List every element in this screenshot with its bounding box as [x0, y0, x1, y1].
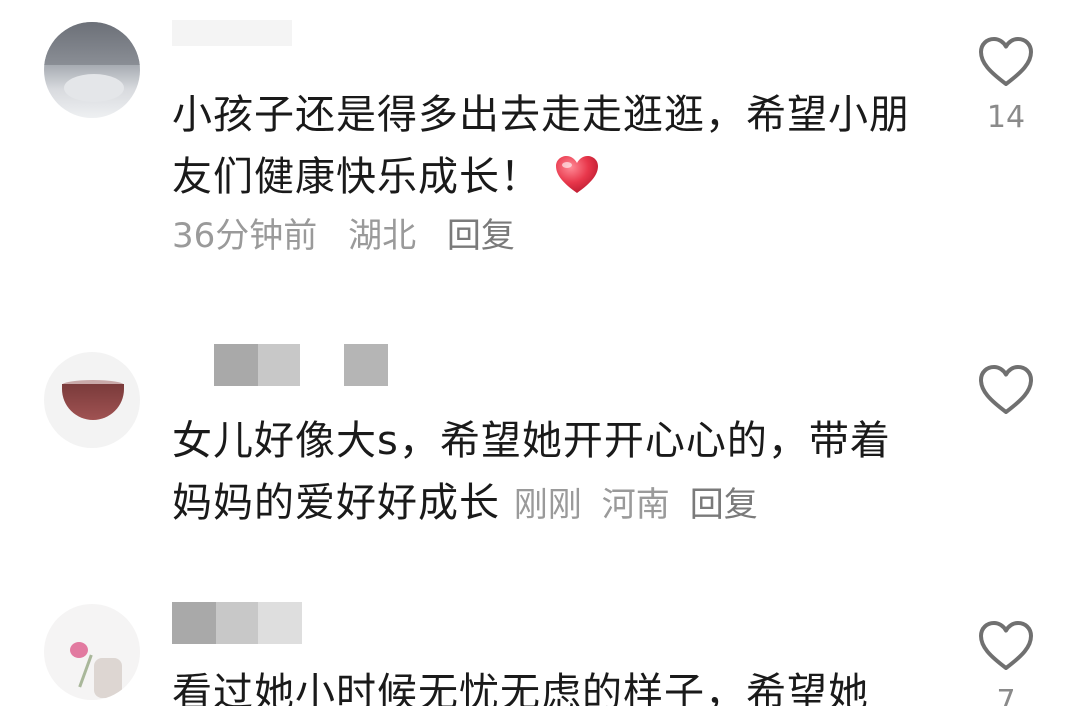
like-count: 7	[996, 684, 1016, 706]
username-redacted[interactable]	[172, 602, 302, 644]
comment-text: 看过她小时候无忧无虑的样子，希望她	[172, 662, 912, 706]
heart-outline-icon[interactable]	[978, 620, 1034, 672]
comment-list: 小孩子还是得多出去走走逛逛，希望小朋友们健康快乐成长！ 36分钟前 湖北 回复 …	[0, 0, 1080, 706]
comment-item-3: 看过她小时候无忧无虑的样子，希望她 7	[0, 0, 1080, 706]
avatar[interactable]	[44, 604, 140, 700]
comment-text-content: 看过她小时候无忧无虑的样子，希望她	[172, 670, 869, 706]
